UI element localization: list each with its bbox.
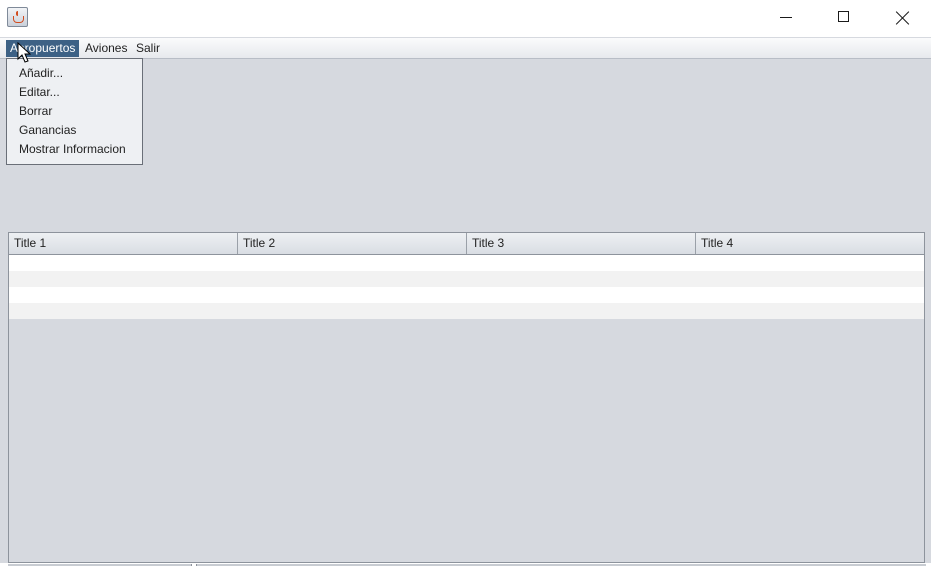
mouse-pointer-icon xyxy=(17,42,31,63)
column-header-title-1[interactable]: Title 1 xyxy=(9,233,238,254)
title-bar[interactable] xyxy=(0,0,931,37)
table-row[interactable] xyxy=(9,271,924,287)
java-cup-shape xyxy=(13,16,24,23)
bottom-edge-left-segment xyxy=(8,564,192,566)
java-icon[interactable] xyxy=(7,7,28,27)
maximize-icon xyxy=(838,11,849,22)
aeropuertos-dropdown-menu: Añadir... Editar... Borrar Ganancias Mos… xyxy=(6,58,143,165)
table-row[interactable] xyxy=(9,303,924,319)
menu-aviones[interactable]: Aviones xyxy=(81,40,131,57)
data-table[interactable]: Title 1 Title 2 Title 3 Title 4 xyxy=(8,232,925,563)
menu-item-borrar[interactable]: Borrar xyxy=(19,102,52,121)
close-button[interactable] xyxy=(880,0,926,36)
menu-item-mostrar-informacion[interactable]: Mostrar Informacion xyxy=(19,140,126,159)
column-header-title-3[interactable]: Title 3 xyxy=(467,233,696,254)
application-window: Aeropuertos Aviones Salir Añadir... Edit… xyxy=(0,0,931,569)
menu-item-editar[interactable]: Editar... xyxy=(19,83,60,102)
column-header-title-2[interactable]: Title 2 xyxy=(238,233,467,254)
bottom-edge xyxy=(0,563,931,569)
table-row[interactable] xyxy=(9,255,924,271)
close-icon xyxy=(896,11,910,25)
minimize-button[interactable] xyxy=(763,0,809,36)
bottom-edge-right-segment xyxy=(196,564,926,566)
maximize-button[interactable] xyxy=(821,0,867,36)
column-header-title-4[interactable]: Title 4 xyxy=(696,233,924,254)
menu-item-ganancias[interactable]: Ganancias xyxy=(19,121,76,140)
table-header: Title 1 Title 2 Title 3 Title 4 xyxy=(9,233,924,255)
menu-salir[interactable]: Salir xyxy=(132,40,164,57)
menu-bar: Aeropuertos Aviones Salir xyxy=(0,38,931,59)
minimize-icon xyxy=(780,17,792,18)
menu-item-anadir[interactable]: Añadir... xyxy=(19,64,63,83)
table-row[interactable] xyxy=(9,287,924,303)
